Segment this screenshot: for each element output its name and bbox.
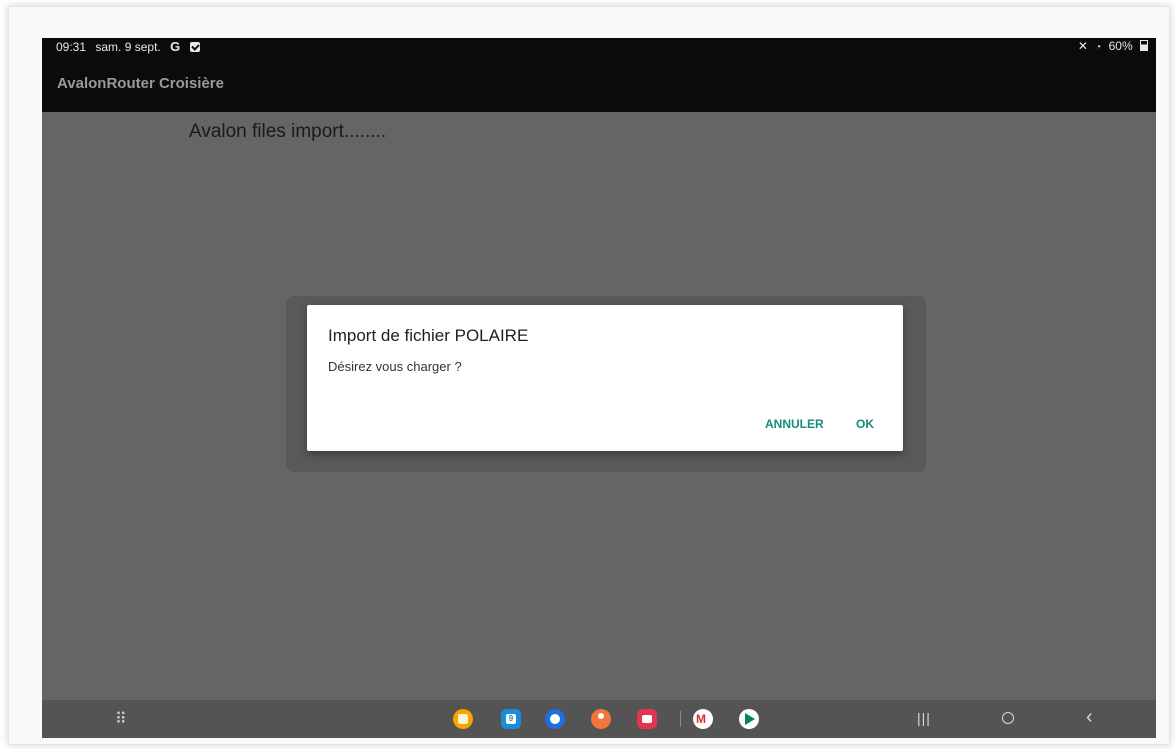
play-store-icon[interactable] <box>739 709 759 729</box>
back-button[interactable]: ‹ <box>1086 706 1093 729</box>
import-status-text: Avalon files import........ <box>189 121 387 142</box>
ok-button[interactable]: OK <box>856 417 874 431</box>
tablet-screen: 09:31 sam. 9 sept. G ✕ ◔ 60% AvalonRoute… <box>42 38 1156 738</box>
cancel-button[interactable]: ANNULER <box>765 417 824 431</box>
tablet-frame: 09:31 sam. 9 sept. G ✕ ◔ 60% AvalonRoute… <box>8 6 1170 745</box>
battery-icon <box>1140 40 1148 51</box>
mute-icon: ✕ <box>1077 39 1088 53</box>
dialog-title: Import de fichier POLAIRE <box>328 326 529 345</box>
calendar-day: 9 <box>506 714 516 724</box>
calendar-icon[interactable]: 9 <box>501 709 521 729</box>
messages-icon[interactable] <box>545 709 565 729</box>
google-icon: G <box>170 39 181 54</box>
status-time: 09:31 <box>56 40 87 54</box>
check-icon <box>189 42 200 52</box>
gmail-icon[interactable]: M <box>693 709 713 729</box>
dock-separator <box>680 711 681 727</box>
screen-recorder-icon[interactable] <box>637 709 657 729</box>
home-button[interactable] <box>1002 712 1014 724</box>
status-bar: 09:31 sam. 9 sept. G ✕ ◔ 60% <box>42 38 1156 55</box>
app-drawer-icon[interactable]: ⠿ <box>115 709 127 729</box>
app-title: AvalonRouter Croisière <box>57 75 224 92</box>
dialog-message: Désirez vous charger ? <box>328 359 462 374</box>
status-left: 09:31 sam. 9 sept. G <box>56 38 206 56</box>
contacts-icon[interactable] <box>591 709 611 729</box>
my-files-icon[interactable] <box>453 709 473 729</box>
wifi-icon: ◔ <box>1095 42 1102 53</box>
import-dialog: Import de fichier POLAIRE Désirez vous c… <box>307 305 903 451</box>
recents-button[interactable]: ||| <box>917 710 931 726</box>
status-date: sam. 9 sept. <box>95 40 161 54</box>
navigation-bar: ⠿ 9 M ||| ‹ <box>42 700 1156 738</box>
status-right: ✕ ◔ 60% <box>1074 38 1148 56</box>
app-bar: AvalonRouter Croisière <box>42 55 1156 112</box>
battery-level: 60% <box>1108 39 1133 53</box>
